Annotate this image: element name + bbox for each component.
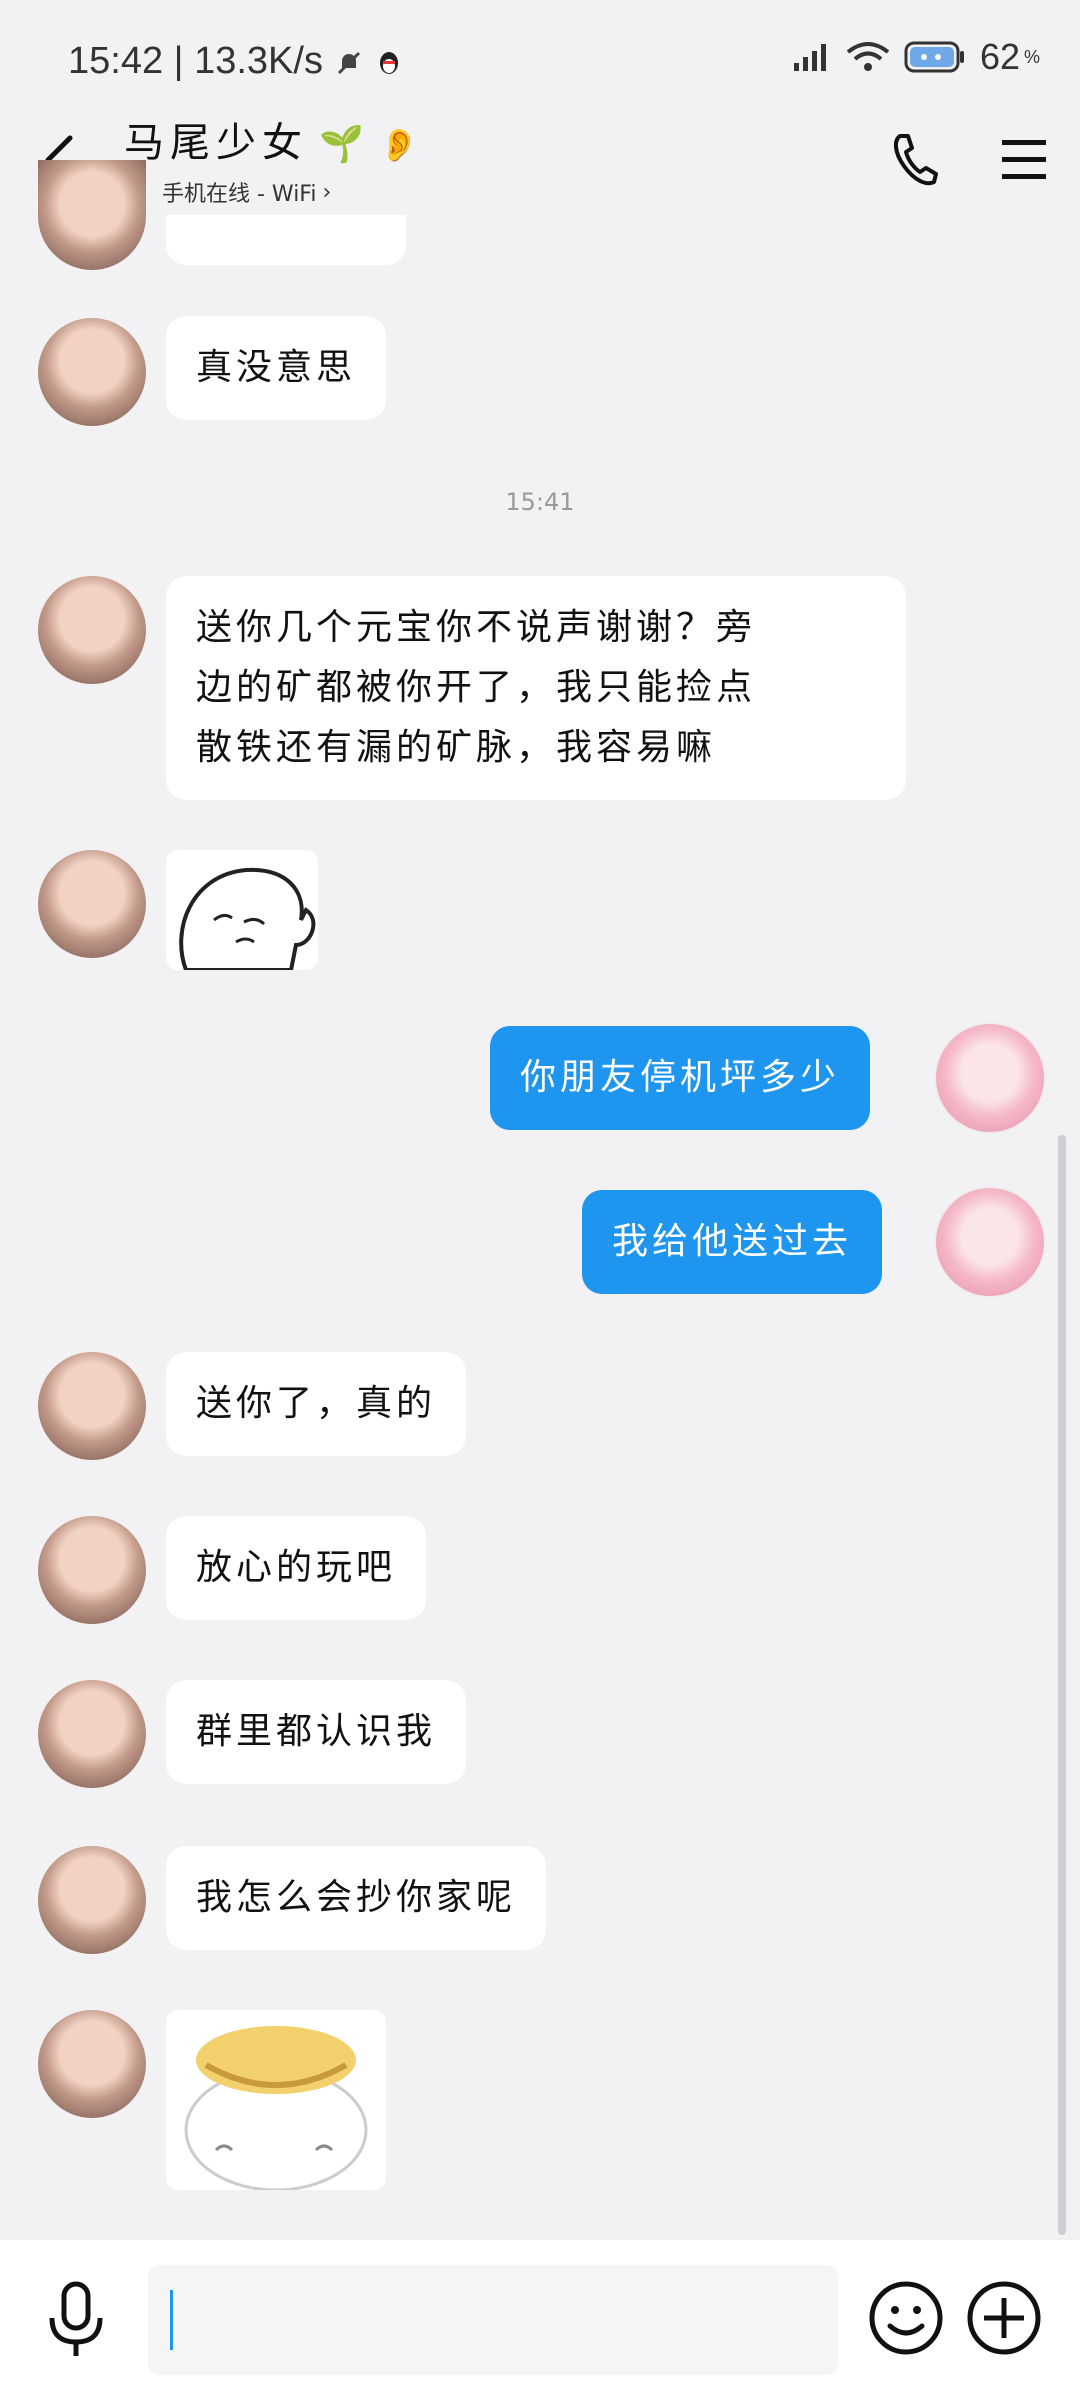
avatar[interactable]	[38, 576, 146, 684]
scrollbar[interactable]	[1058, 1135, 1066, 2235]
status-time-and-speed: 15:42 | 13.3K/s	[68, 40, 404, 83]
input-bar	[0, 2240, 1080, 2400]
status-divider: |	[173, 40, 195, 82]
avatar[interactable]	[38, 1352, 146, 1460]
status-right: 62%	[792, 36, 1040, 78]
battery-level: 62	[979, 36, 1020, 77]
mute-bell-icon	[337, 51, 360, 75]
message-input[interactable]	[148, 2265, 838, 2375]
avatar[interactable]	[38, 1680, 146, 1788]
phone-icon[interactable]	[890, 130, 942, 190]
message-text: 你朋友停机坪多少	[520, 1057, 841, 1098]
avatar-self[interactable]	[934, 1186, 1046, 1298]
chat-header: 马尾少女 🌱 👂 手机在线 - WiFi ›	[0, 110, 1080, 230]
online-status-text: 手机在线 - WiFi	[162, 182, 317, 207]
avatar[interactable]	[38, 318, 146, 426]
message-text: 放心的玩吧	[196, 1547, 397, 1588]
emoji-icon[interactable]	[868, 2280, 944, 2356]
status-time: 15:42	[68, 40, 164, 82]
message-text: 送你了，真的	[196, 1383, 437, 1424]
signal-icon	[793, 44, 826, 71]
avatar[interactable]	[38, 850, 146, 958]
message-bubble: 送你几个元宝你不说声谢谢？旁 边的矿都被你开了，我只能捡点 散铁还有漏的矿脉，我…	[166, 576, 906, 800]
timestamp: 15:41	[505, 488, 575, 516]
message-bubble: 真没意思	[166, 316, 387, 420]
message-line: 边的矿都被你开了，我只能捡点	[196, 667, 757, 708]
message-bubble: 我怎么会抄你家呢	[166, 1846, 547, 1950]
status-bar: 15:42 | 13.3K/s 62%	[0, 0, 1080, 110]
message-bubble-partial	[166, 215, 406, 265]
avatar[interactable]	[38, 1846, 146, 1954]
battery-icon	[904, 41, 964, 73]
menu-icon[interactable]	[1000, 136, 1048, 184]
ear-icon: 👂	[379, 126, 419, 164]
chat-title-row: 马尾少女 🌱 👂	[124, 110, 419, 168]
message-bubble: 送你了，真的	[166, 1352, 467, 1456]
mic-icon[interactable]	[44, 2280, 108, 2360]
message-text: 真没意思	[196, 347, 357, 388]
message-text: 我怎么会抄你家呢	[196, 1877, 517, 1918]
message-text: 群里都认识我	[196, 1711, 437, 1752]
avatar-self[interactable]	[934, 1022, 1046, 1134]
sprout-icon: 🌱	[319, 124, 364, 165]
chevron-right-icon: ›	[322, 179, 332, 205]
percent-sign: %	[1023, 46, 1040, 67]
sent-message-bubble: 你朋友停机坪多少	[490, 1026, 871, 1130]
online-status[interactable]: 手机在线 - WiFi ›	[124, 176, 419, 208]
avatar[interactable]	[38, 2010, 146, 2118]
sticker-image[interactable]	[166, 2010, 386, 2190]
plus-icon[interactable]	[966, 2280, 1042, 2356]
message-line: 送你几个元宝你不说声谢谢？旁	[196, 607, 757, 648]
sent-message-bubble: 我给他送过去	[582, 1190, 883, 1294]
chat-title-block[interactable]: 马尾少女 🌱 👂 手机在线 - WiFi ›	[124, 110, 419, 208]
network-speed: 13.3K/s	[194, 40, 323, 82]
qq-penguin-icon	[380, 51, 399, 74]
avatar[interactable]	[38, 1516, 146, 1624]
message-line: 散铁还有漏的矿脉，我容易嘛	[196, 727, 717, 768]
message-bubble: 群里都认识我	[166, 1680, 467, 1784]
wifi-icon	[846, 42, 890, 71]
sticker-image[interactable]	[166, 850, 318, 970]
chat-title: 马尾少女	[124, 120, 308, 166]
message-text: 我给他送过去	[612, 1221, 853, 1262]
message-bubble: 放心的玩吧	[166, 1516, 427, 1620]
input-caret	[170, 2290, 173, 2350]
avatar[interactable]	[38, 160, 146, 270]
sticker-drawing	[179, 867, 316, 970]
sticker-drawing	[184, 2026, 368, 2190]
